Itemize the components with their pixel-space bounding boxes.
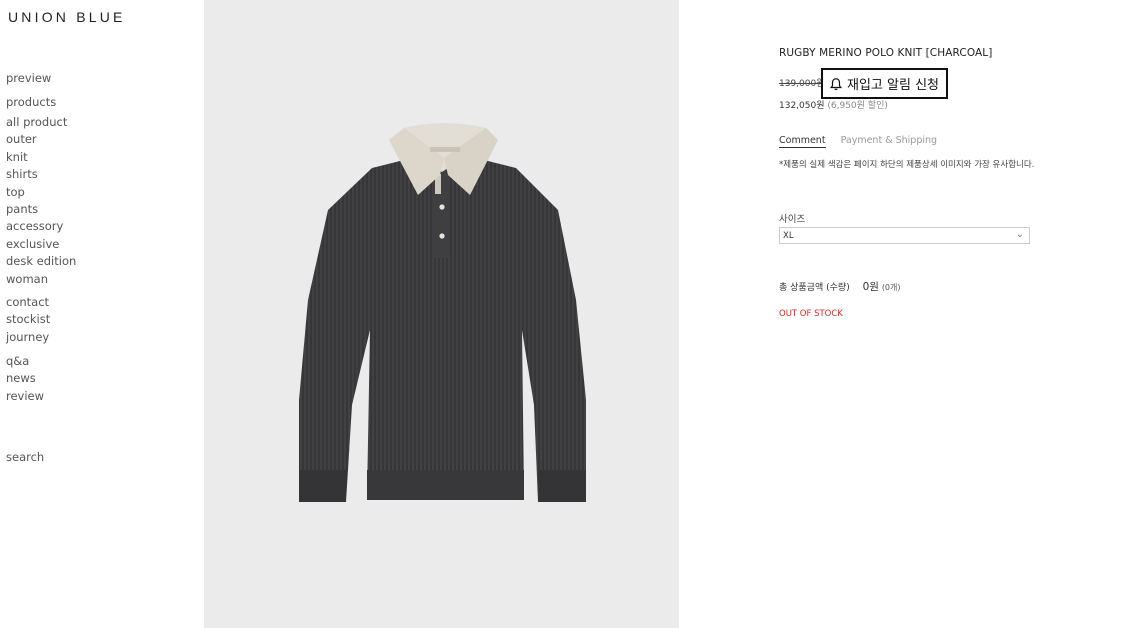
nav-shirts[interactable]: shirts (6, 166, 76, 183)
size-label: 사이즈 (779, 214, 806, 225)
tab-payment-shipping[interactable]: Payment & Shipping (841, 135, 937, 146)
size-select[interactable]: XL ⌄ (779, 227, 1030, 244)
nav-desk-edition[interactable]: desk edition (6, 253, 76, 270)
nav-search[interactable]: search (6, 449, 44, 466)
brand-logo[interactable]: UNION BLUE (8, 9, 126, 25)
total-amount: 0원 (862, 281, 879, 293)
restock-alert-button[interactable]: 재입고 알림 신청 (821, 68, 948, 99)
product-title: RUGBY MERINO POLO KNIT [CHARCOAL] (779, 47, 993, 59)
sale-price-row: 132,050원 (6,950원 할인) (779, 98, 888, 111)
total-price-row: 총 상품금액 (수량) 0원 (0개) (779, 279, 901, 294)
nav-woman[interactable]: woman (6, 271, 76, 288)
nav-review[interactable]: review (6, 388, 44, 405)
info-nav: contact stockist journey (6, 294, 50, 346)
product-image[interactable] (204, 0, 679, 628)
nav-knit[interactable]: knit (6, 149, 76, 166)
discount-amount: (6,950원 할인) (827, 101, 888, 111)
total-label: 총 상품금액 (수량) (779, 283, 850, 293)
sale-price: 132,050원 (779, 101, 825, 111)
total-count: (0개) (881, 283, 901, 292)
nav-all-product[interactable]: all product (6, 114, 76, 131)
main-nav: preview products (6, 66, 56, 114)
products-subnav: all product outer knit shirts top pants … (6, 114, 76, 288)
nav-news[interactable]: news (6, 370, 44, 387)
nav-exclusive[interactable]: exclusive (6, 236, 76, 253)
nav-contact[interactable]: contact (6, 294, 50, 311)
detail-tabs: Comment Payment & Shipping (779, 135, 949, 148)
nav-top[interactable]: top (6, 184, 76, 201)
tab-comment[interactable]: Comment (779, 135, 826, 148)
nav-pants[interactable]: pants (6, 201, 76, 218)
nav-accessory[interactable]: accessory (6, 218, 76, 235)
color-note: *제품의 실제 색감은 페이지 하단의 제품상세 이미지와 가장 유사합니다. (779, 160, 1035, 170)
nav-qna[interactable]: q&a (6, 353, 44, 370)
nav-products[interactable]: products (6, 90, 56, 114)
nav-preview[interactable]: preview (6, 66, 56, 90)
nav-journey[interactable]: journey (6, 329, 50, 346)
restock-alert-label: 재입고 알림 신청 (847, 78, 939, 93)
out-of-stock-badge: OUT OF STOCK (779, 309, 843, 319)
nav-stockist[interactable]: stockist (6, 311, 50, 328)
chevron-down-icon: ⌄ (1015, 229, 1024, 240)
board-nav: q&a news review (6, 353, 44, 405)
bell-icon (829, 77, 843, 90)
search-nav: search (6, 449, 44, 466)
original-price: 139,000원 (779, 79, 825, 89)
polo-knit-illustration (299, 123, 586, 502)
nav-outer[interactable]: outer (6, 131, 76, 148)
size-select-value: XL (783, 231, 794, 241)
